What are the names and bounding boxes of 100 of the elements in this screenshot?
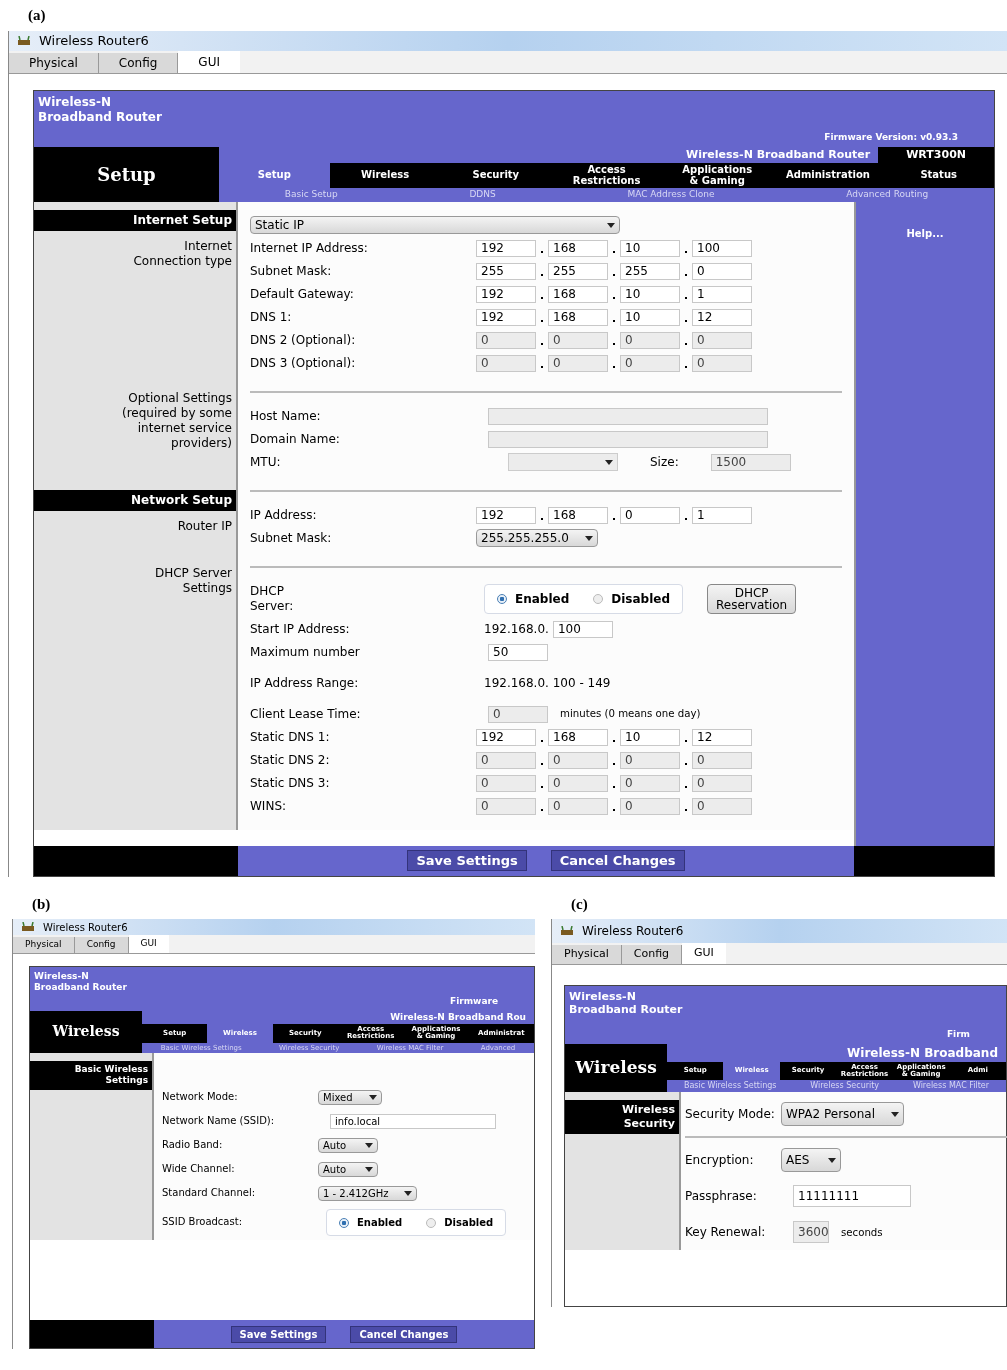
field-label: DNS 3 (Optional): bbox=[250, 355, 357, 371]
input-field[interactable]: 10 bbox=[620, 728, 680, 746]
product-title: Wireless-N Broadband Router bbox=[685, 146, 872, 163]
window-tab[interactable]: Config bbox=[74, 937, 129, 953]
caret-icon bbox=[584, 535, 593, 541]
input-field[interactable]: 192 bbox=[476, 239, 536, 257]
action-button[interactable]: Save Settings bbox=[230, 1325, 327, 1343]
submenu-link[interactable]: Wireless MAC Filter bbox=[912, 1080, 990, 1093]
product-title: Wireless-N Broadband Rou bbox=[389, 1010, 527, 1024]
brand-name: Wireless-N Broadband Router bbox=[38, 93, 162, 125]
field-label: Subnet Mask: bbox=[250, 263, 333, 279]
input-field[interactable]: 12 bbox=[692, 308, 752, 326]
firmware-version: Firm bbox=[946, 1028, 970, 1041]
dropdown[interactable]: Static IP bbox=[250, 216, 620, 234]
input-field[interactable]: 10 bbox=[620, 285, 680, 303]
menu-tab[interactable]: Setup bbox=[219, 163, 330, 188]
submenu-link[interactable]: Basic Wireless Settings bbox=[683, 1080, 777, 1093]
input-field[interactable]: 168 bbox=[548, 308, 608, 326]
input-field[interactable]: 0 bbox=[620, 506, 680, 524]
caret-icon bbox=[891, 1111, 899, 1117]
dropdown[interactable] bbox=[508, 453, 618, 471]
window-tab[interactable]: Physical bbox=[13, 937, 75, 953]
input-field[interactable]: 255 bbox=[548, 262, 608, 280]
submenu-link[interactable]: DDNS bbox=[469, 188, 496, 202]
window-tab[interactable]: GUI bbox=[128, 935, 169, 953]
field-label: SSID Broadcast: bbox=[162, 1216, 243, 1229]
field-label: WINS: bbox=[250, 798, 288, 814]
reservation-button[interactable]: DHCP Reservation bbox=[707, 583, 797, 614]
input-field[interactable]: 192 bbox=[476, 308, 536, 326]
input-field[interactable]: 255 bbox=[620, 262, 680, 280]
input-field[interactable]: 12 bbox=[692, 728, 752, 746]
input-field[interactable]: 10 bbox=[620, 239, 680, 257]
input-field[interactable]: 11111111 bbox=[793, 1185, 911, 1208]
dropdown[interactable]: 1 - 2.412GHz bbox=[318, 1185, 418, 1201]
input-field[interactable]: 192 bbox=[476, 285, 536, 303]
input-field[interactable]: 100 bbox=[552, 620, 613, 638]
firmware-version: Firmware Version: v0.93.3 bbox=[824, 131, 958, 144]
brand-name: Wireless-N Broadband Router bbox=[569, 988, 683, 1017]
action-button[interactable]: Cancel Changes bbox=[550, 849, 685, 872]
field-label: Radio Band: bbox=[162, 1138, 224, 1152]
action-button[interactable]: Save Settings bbox=[407, 849, 527, 872]
input-field[interactable]: 1 bbox=[692, 285, 752, 303]
ip-prefix: 192.168.0. bbox=[484, 621, 549, 638]
figure-label: (c) bbox=[571, 894, 589, 914]
input-field[interactable]: 50 bbox=[488, 643, 548, 661]
dropdown[interactable]: Auto bbox=[318, 1137, 378, 1153]
sidebar-label: Optional Settings (required by some internet service providers) bbox=[121, 390, 233, 451]
window-tab[interactable]: Physical bbox=[9, 52, 99, 73]
field-label: DNS 2 (Optional): bbox=[250, 332, 357, 348]
field-label: Host Name: bbox=[250, 408, 322, 424]
window-tab[interactable]: Config bbox=[621, 945, 683, 964]
field-label: Domain Name: bbox=[250, 431, 341, 447]
action-button[interactable]: Cancel Changes bbox=[350, 1325, 458, 1343]
radio-option[interactable]: Enabled bbox=[339, 1215, 403, 1231]
submenu-link[interactable]: MAC Address Clone bbox=[627, 188, 715, 202]
input-field[interactable]: 192 bbox=[476, 506, 536, 524]
figure-label: (a) bbox=[28, 6, 47, 25]
submenu-link[interactable]: Advanced Routing bbox=[846, 188, 929, 202]
input-field[interactable]: 168 bbox=[548, 728, 608, 746]
input-field[interactable]: 0 bbox=[692, 262, 752, 280]
dropdown[interactable]: Mixed bbox=[318, 1089, 382, 1105]
input-field[interactable]: 1 bbox=[692, 506, 752, 524]
input-field[interactable]: 100 bbox=[692, 239, 752, 257]
field-label: Network Name (SSID): bbox=[162, 1114, 276, 1128]
dropdown[interactable]: 255.255.255.0 bbox=[476, 529, 598, 547]
field-label: Encryption: bbox=[685, 1152, 755, 1168]
input-field[interactable]: 192 bbox=[476, 728, 536, 746]
router-icon bbox=[17, 35, 31, 46]
sidebar-header: Internet Setup bbox=[34, 209, 236, 231]
window-tab[interactable]: GUI bbox=[178, 50, 240, 73]
radio-option[interactable]: Disabled bbox=[426, 1215, 494, 1231]
caret-icon bbox=[607, 222, 615, 228]
router-icon bbox=[21, 922, 35, 932]
input-field[interactable]: 10 bbox=[620, 308, 680, 326]
window-tab[interactable]: GUI bbox=[682, 943, 726, 964]
dropdown[interactable]: WPA2 Personal bbox=[781, 1102, 904, 1127]
submenu-link[interactable]: Basic Setup bbox=[284, 188, 338, 202]
field-label: Static DNS 3: bbox=[250, 775, 331, 791]
help-link[interactable]: Help... bbox=[906, 225, 944, 846]
section-title: Wireless bbox=[565, 1043, 667, 1093]
field-label: DHCP Server: bbox=[250, 583, 295, 614]
radio-option[interactable]: Enabled bbox=[497, 589, 570, 608]
caret-icon bbox=[828, 1157, 836, 1163]
figure-label: (b) bbox=[32, 894, 52, 914]
sidebar-label: DHCP Server Settings bbox=[153, 565, 233, 596]
dropdown[interactable]: AES bbox=[781, 1148, 841, 1173]
input-field[interactable]: 168 bbox=[548, 285, 608, 303]
caret-icon bbox=[365, 1142, 373, 1148]
dropdown[interactable]: Auto bbox=[318, 1161, 378, 1177]
radio-option[interactable]: Disabled bbox=[593, 589, 671, 608]
input-field[interactable]: 168 bbox=[548, 239, 608, 257]
caret-icon bbox=[605, 459, 613, 465]
window-tab[interactable]: Physical bbox=[552, 945, 622, 964]
field-label: Standard Channel: bbox=[162, 1186, 257, 1200]
input-field[interactable]: info.local bbox=[330, 1113, 496, 1129]
input-field[interactable]: 168 bbox=[548, 506, 608, 524]
input-field[interactable]: 255 bbox=[476, 262, 536, 280]
section-title: Wireless bbox=[30, 1010, 142, 1054]
submenu-link[interactable]: Wireless Security bbox=[810, 1080, 880, 1093]
window-tab[interactable]: Config bbox=[98, 52, 179, 73]
